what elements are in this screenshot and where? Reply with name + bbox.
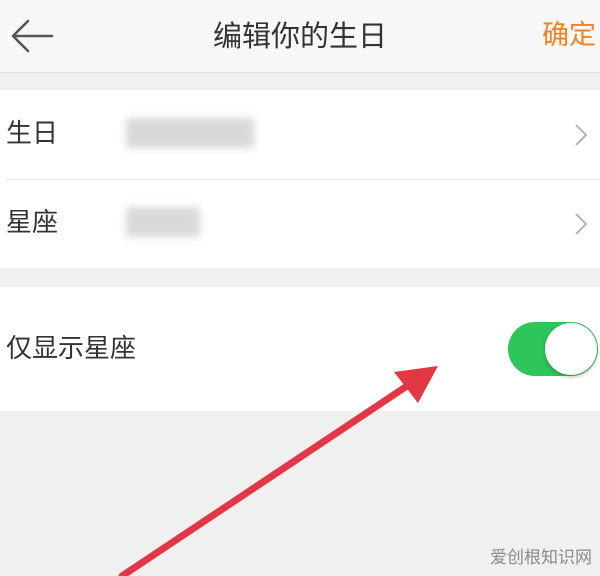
zodiac-label: 星座 (6, 208, 59, 238)
zodiac-only-toggle[interactable] (508, 322, 598, 376)
confirm-button[interactable]: 确定 (542, 0, 596, 72)
toggle-knob (545, 323, 597, 375)
birthday-label: 生日 (6, 119, 59, 149)
page-title: 编辑你的生日 (212, 19, 387, 53)
birthday-value-blurred (126, 118, 254, 150)
watermark: 爱创根知识网 (490, 548, 592, 568)
zodiac-only-label: 仅显示星座 (6, 334, 137, 364)
birthday-row[interactable]: 生日 (0, 90, 600, 180)
nav-bar: 编辑你的生日 确定 (0, 0, 600, 73)
chevron-right-icon (575, 213, 588, 235)
zodiac-row[interactable]: 星座 (0, 179, 600, 268)
birthday-settings-group: 生日 星座 (0, 90, 600, 268)
chevron-right-icon (575, 124, 588, 146)
zodiac-value-blurred (126, 207, 200, 239)
